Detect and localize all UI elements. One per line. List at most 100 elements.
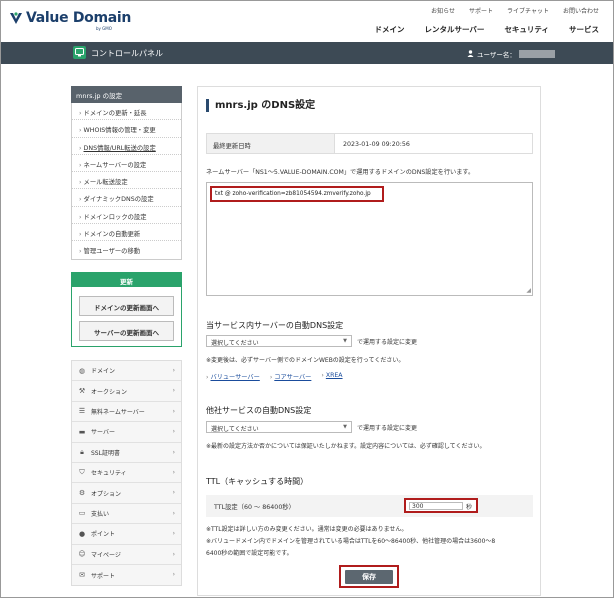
bullet-icon: ›	[79, 213, 82, 221]
bullet-icon: ›	[79, 179, 82, 187]
ttl-input-highlight: 300 秒	[404, 498, 478, 513]
save-button[interactable]: 保存	[345, 570, 393, 584]
control-panel-title[interactable]: コントロールパネル	[91, 48, 163, 59]
logo-mark-icon	[9, 11, 23, 25]
service-domain[interactable]: ◍ ドメイン ›	[72, 361, 181, 382]
link-text[interactable]: バリューサーバー	[210, 374, 259, 381]
gear-icon: ⚙	[78, 489, 86, 498]
select-value: 選択してください	[211, 426, 259, 433]
sidebar-item-mail-forward[interactable]: › メール転送設定	[72, 172, 181, 190]
chevron-right-icon: ›	[172, 407, 175, 415]
sidebar-item-whois[interactable]: › WHOIS情報の管理・変更	[72, 120, 181, 138]
user-icon: ☺	[78, 550, 86, 559]
nav-rental-server[interactable]: レンタルサーバー	[425, 24, 485, 35]
globe-icon: ◍	[78, 366, 86, 375]
sidebar-item-dynamic-dns[interactable]: › ダイナミックDNSの設定	[72, 189, 181, 207]
ttl-input[interactable]: 300	[409, 502, 463, 510]
service-mypage[interactable]: ☺ マイページ ›	[72, 545, 181, 565]
other-dns-select[interactable]: 選択してください ▼	[206, 421, 352, 433]
chevron-down-icon: ▼	[343, 338, 347, 344]
control-panel-bar: コントロールパネル ユーザー名：	[1, 42, 613, 64]
ttl-note-3: 6400秒の範囲で設定可能です。	[206, 550, 293, 557]
service-server[interactable]: ▬ サーバー ›	[72, 422, 181, 443]
sidebar-item-renew[interactable]: › ドメインの更新・延長	[72, 103, 181, 121]
logo[interactable]: Value Domain	[9, 10, 131, 26]
chevron-down-icon: ▼	[343, 424, 347, 430]
service-label: ポイント	[91, 531, 116, 539]
service-security[interactable]: ⛉ セキュリティ ›	[72, 463, 181, 484]
nav-domain[interactable]: ドメイン	[375, 24, 405, 35]
service-free-nameserver[interactable]: ☰ 無料ネームサーバー ›	[72, 402, 181, 423]
link-value-server[interactable]: › バリューサーバー	[206, 372, 260, 381]
sidebar-title: mnrs.jp の設定	[71, 86, 182, 103]
service-label: オプション	[91, 490, 122, 498]
chevron-right-icon: ›	[172, 489, 175, 497]
ttl-note-2: ※バリュードメイン内でドメインを管理されている場合はTTLを60〜86400秒、…	[206, 538, 496, 545]
bullet-icon: ›	[321, 372, 324, 379]
other-dns-title: 他社サービスの自動DNS設定	[206, 406, 312, 415]
control-panel-icon	[73, 46, 86, 59]
point-coin-icon: ●	[78, 529, 86, 538]
shield-icon: ⛉	[79, 468, 85, 477]
service-point[interactable]: ● ポイント ›	[72, 524, 181, 545]
bullet-icon: ›	[79, 144, 82, 152]
last-updated-label: 最終更新日時	[207, 134, 335, 153]
bullet-icon: ›	[79, 110, 82, 117]
last-updated-table: 最終更新日時 2023-01-09 09:20:56	[206, 133, 533, 154]
link-text[interactable]: XREA	[326, 372, 343, 379]
user-info[interactable]: ユーザー名：	[467, 49, 555, 59]
sidebar-item-dns[interactable]: › DNS情報/URL転送の設定	[72, 138, 181, 155]
link-xrea[interactable]: › XREA	[321, 372, 342, 381]
service-label: 支払い	[91, 510, 110, 518]
auto-dns-select[interactable]: 選択してください ▼	[206, 335, 352, 347]
sidebar-item-label: ドメインロックの設定	[83, 213, 147, 221]
ttl-unit: 秒	[465, 504, 472, 511]
logo-text: Value Domain	[26, 10, 132, 26]
service-label: オークション	[91, 388, 128, 396]
link-core-server[interactable]: › コアサーバー	[270, 372, 312, 381]
server-renew-button[interactable]: サーバーの更新画面へ	[79, 321, 174, 341]
sidebar-item-move-user[interactable]: › 管理ユーザーの移動	[72, 241, 181, 258]
dns-settings-panel: mnrs.jp のDNS設定 最終更新日時 2023-01-09 09:20:5…	[197, 86, 541, 596]
sidebar-item-nameserver[interactable]: › ネームサーバーの設定	[72, 155, 181, 173]
top-links: お知らせ サポート ライブチャット お問い合わせ	[431, 6, 599, 15]
link-text[interactable]: コアサーバー	[274, 374, 311, 381]
service-payment[interactable]: ▭ 支払い ›	[72, 504, 181, 525]
wallet-icon: ▭	[78, 509, 86, 518]
select-value: 選択してください	[211, 340, 259, 347]
sidebar-item-domain-lock[interactable]: › ドメインロックの設定	[72, 207, 181, 225]
service-ssl[interactable]: 🔒︎ SSL証明書 ›	[72, 443, 181, 463]
bullet-icon: ›	[79, 196, 82, 204]
domain-renew-button[interactable]: ドメインの更新画面へ	[79, 296, 174, 316]
service-support[interactable]: ✉ サポート ›	[72, 565, 181, 585]
nav-security[interactable]: セキュリティ	[504, 24, 549, 35]
logo-sub: by GMO	[96, 26, 112, 31]
page-title: mnrs.jp のDNS設定	[206, 99, 315, 112]
service-label: サポート	[91, 572, 116, 580]
top-link-support[interactable]: サポート	[469, 6, 493, 15]
service-auction[interactable]: ⚒ オークション ›	[72, 381, 181, 402]
nameserver-note: ネームサーバー「NS1〜5.VALUE-DOMAIN.COM」で運用するドメイン…	[206, 169, 475, 176]
other-dns-apply-note: で運用する設定に変更	[357, 425, 418, 432]
sidebar-item-label: 管理ユーザーの移動	[83, 248, 141, 256]
site-header: Value Domain by GMO お知らせ サポート ライブチャット お問…	[1, 1, 613, 42]
top-link-news[interactable]: お知らせ	[431, 6, 455, 15]
sidebar-item-label: ドメインの更新・延長	[83, 110, 147, 117]
service-option[interactable]: ⚙ オプション ›	[72, 483, 181, 504]
nav-service[interactable]: サービス	[569, 24, 599, 35]
resize-handle-icon[interactable]: ◢	[526, 287, 531, 294]
bullet-icon: ›	[79, 248, 82, 256]
renew-title: 更新	[72, 273, 181, 287]
user-icon	[467, 49, 474, 59]
main-nav: ドメイン レンタルサーバー セキュリティ サービス	[375, 24, 600, 35]
sidebar-item-label: DNS情報/URL転送の設定	[83, 144, 156, 152]
chevron-right-icon: ›	[172, 570, 175, 578]
dns-record-highlight: txt @ zoho-verification=zb81054594.zmver…	[210, 186, 384, 202]
dns-records-textarea[interactable]: txt @ zoho-verification=zb81054594.zmver…	[206, 182, 533, 296]
top-link-livechat[interactable]: ライブチャット	[507, 6, 549, 15]
server-links: › バリューサーバー › コアサーバー › XREA	[206, 372, 343, 381]
top-link-contact[interactable]: お問い合わせ	[563, 6, 599, 15]
user-label: ユーザー名：	[477, 51, 516, 59]
ttl-title: TTL（キャッシュする時間）	[206, 477, 309, 486]
sidebar-item-auto-renew[interactable]: › ドメインの自動更新	[72, 224, 181, 242]
